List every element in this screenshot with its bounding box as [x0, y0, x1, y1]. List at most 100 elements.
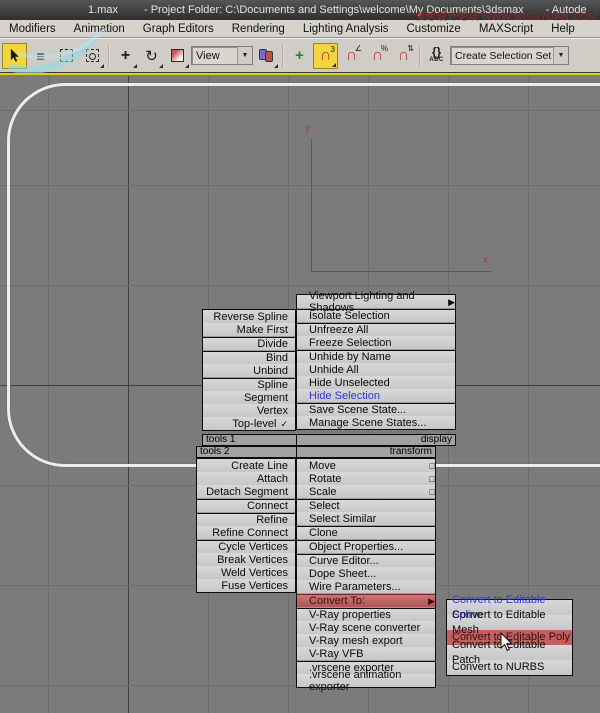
menu-item-settings-box-icon[interactable]: □ — [426, 460, 435, 472]
menu-item[interactable]: Convert To: ▶ — [297, 594, 435, 607]
menu-item[interactable]: V-Ray properties — [297, 608, 435, 621]
select-and-rotate-button[interactable]: ↻ — [139, 43, 164, 69]
menu-item[interactable]: Hide Selection — [297, 389, 455, 402]
window-crossing-toggle-button[interactable] — [80, 43, 105, 69]
angle-snap-toggle-button[interactable]: ∩ ∠ — [339, 43, 364, 69]
menu-bar-item[interactable]: Customize — [398, 22, 470, 36]
menu-item-label: Unhide All — [309, 363, 359, 376]
named-sets-icon: {} ABC — [429, 44, 444, 63]
menu-item-settings-box-icon[interactable]: □ — [426, 473, 435, 485]
menu-item-label: Top-level — [232, 417, 277, 430]
reference-coordinate-system-dropdown[interactable]: View ▼ — [191, 46, 253, 65]
menu-bar-item[interactable]: Animation — [65, 22, 134, 36]
rectangular-selection-region-button[interactable] — [54, 43, 79, 69]
percent-snap-toggle-button[interactable]: ∩ % — [365, 43, 390, 69]
menu-item[interactable]: V-Ray VFB — [297, 647, 435, 660]
dropdown-arrow-icon[interactable]: ▼ — [553, 47, 568, 64]
quad-caption-display[interactable]: display — [421, 435, 455, 445]
menu-item-label: Segment — [243, 391, 288, 404]
menu-item-label: Spline — [257, 379, 288, 391]
create-selection-set-dropdown[interactable]: Create Selection Set ▼ — [450, 46, 569, 65]
quad-caption-tools2[interactable]: tools 2 — [197, 447, 297, 457]
menu-item[interactable]: Unhide by Name — [297, 350, 455, 363]
3dsmax-window: 1.max - Project Folder: C:\Documents and… — [0, 0, 600, 713]
menu-bar-item[interactable]: Modifiers — [0, 22, 65, 36]
menu-item[interactable]: Unbind — [203, 364, 295, 377]
menu-item[interactable]: Clone — [297, 526, 435, 539]
menu-item[interactable]: Dope Sheet... — [297, 567, 435, 580]
select-and-manipulate-button[interactable]: + — [287, 43, 312, 69]
spinner-snap-toggle-button[interactable]: ∩ ⇅ — [391, 43, 416, 69]
menu-item-label: Create Line — [231, 459, 288, 472]
menu-item-settings-box-icon[interactable]: ▶ — [424, 595, 435, 607]
menu-item[interactable]: Select Similar — [297, 512, 435, 525]
select-object-button[interactable] — [2, 42, 27, 69]
edit-named-selection-sets-button[interactable]: {} ABC — [424, 43, 449, 69]
toolbar-divider — [108, 44, 110, 67]
menu-item[interactable]: Move □ — [297, 459, 435, 472]
menu-item[interactable]: Convert to Editable Mesh — [447, 609, 572, 636]
menu-item[interactable]: Manage Scene States... — [297, 416, 455, 429]
menu-item[interactable]: Object Properties... — [297, 540, 435, 553]
menu-item[interactable]: Make First — [203, 323, 295, 336]
menu-item[interactable]: Cycle Vertices — [197, 540, 295, 553]
menu-item[interactable]: Top-level ✓ — [203, 417, 295, 430]
menu-item[interactable]: Bind — [203, 351, 295, 364]
quad-caption-transform[interactable]: transform — [390, 447, 435, 457]
menu-item-label: Isolate Selection — [309, 310, 390, 322]
main-toolbar: ≡ + ↻ View ▼ + ∩ 3 ∩ ∠ ∩ % ∩ ⇅ {} ABC Cr… — [0, 38, 600, 72]
rotate-icon: ↻ — [145, 47, 158, 65]
menu-item[interactable]: Refine — [197, 513, 295, 526]
menu-item[interactable]: V-Ray mesh export — [297, 634, 435, 647]
select-and-scale-button[interactable] — [165, 43, 190, 69]
menu-item[interactable]: Connect — [197, 499, 295, 512]
menu-item[interactable]: Vertex — [203, 404, 295, 417]
quad-caption-bar-lower[interactable]: tools 2 transform — [196, 446, 436, 458]
menu-item[interactable]: Divide — [203, 337, 295, 350]
menu-item[interactable]: Attach — [197, 472, 295, 485]
menu-item[interactable]: Unhide All — [297, 363, 455, 376]
use-pivot-point-center-button[interactable] — [254, 43, 279, 69]
menu-item[interactable]: .vrscene animation exporter — [297, 669, 435, 693]
menu-item[interactable]: V-Ray scene converter — [297, 621, 435, 634]
menu-item[interactable]: Refine Connect — [197, 526, 295, 539]
menu-item[interactable]: Hide Unselected — [297, 376, 455, 389]
menu-item[interactable]: Scale □ — [297, 485, 435, 498]
rect-region-icon — [60, 49, 73, 62]
menu-item[interactable]: Save Scene State... — [297, 403, 455, 416]
menu-bar-item[interactable]: MAXScript — [470, 22, 542, 36]
select-and-move-button[interactable]: + — [113, 43, 138, 69]
menu-item-label: Hide Unselected — [309, 376, 390, 389]
menu-bar-item[interactable]: Graph Editors — [134, 22, 223, 36]
menu-item[interactable]: Rotate □ — [297, 472, 435, 485]
menu-item[interactable]: Detach Segment — [197, 485, 295, 498]
select-by-name-button[interactable]: ≡ — [28, 43, 53, 69]
dropdown-arrow-icon[interactable]: ▼ — [237, 47, 252, 64]
menu-item[interactable]: Weld Vertices — [197, 566, 295, 579]
menu-item[interactable]: Segment — [203, 391, 295, 404]
menu-item[interactable]: Curve Editor... — [297, 554, 435, 567]
submenu-arrow-icon: ▶ — [448, 296, 455, 307]
menu-item-label: Select — [309, 500, 340, 512]
menu-item[interactable]: Break Vertices — [197, 553, 295, 566]
menu-item[interactable]: Freeze Selection — [297, 336, 455, 349]
menu-item-label: Convert to NURBS — [452, 661, 545, 673]
menu-item[interactable]: Reverse Spline — [203, 310, 295, 323]
menu-item[interactable]: Select — [297, 499, 435, 512]
menu-item[interactable]: Spline — [203, 378, 295, 391]
menu-item[interactable]: Unfreeze All — [297, 323, 455, 336]
menu-bar-item[interactable]: Help — [542, 22, 584, 36]
quad-caption-bar-upper[interactable]: tools 1 display — [202, 434, 456, 446]
menu-item[interactable]: Fuse Vertices — [197, 579, 295, 592]
menu-item-settings-box-icon[interactable]: □ — [426, 486, 435, 498]
create-selection-set-label: Create Selection Set — [455, 49, 552, 62]
menu-item[interactable]: Create Line — [197, 459, 295, 472]
menu-item-label: Freeze Selection — [309, 336, 392, 349]
menu-item[interactable]: Wire Parameters... — [297, 580, 435, 593]
quad-caption-tools1[interactable]: tools 1 — [203, 435, 297, 445]
snaps-toggle-3d-button[interactable]: ∩ 3 — [313, 42, 338, 69]
menu-bar-item[interactable]: Rendering — [223, 22, 294, 36]
menu-bar-item[interactable]: Lighting Analysis — [294, 22, 398, 36]
menu-item-label: Curve Editor... — [309, 555, 379, 567]
menu-item[interactable]: Viewport Lighting and Shadows ▶ — [297, 290, 455, 314]
